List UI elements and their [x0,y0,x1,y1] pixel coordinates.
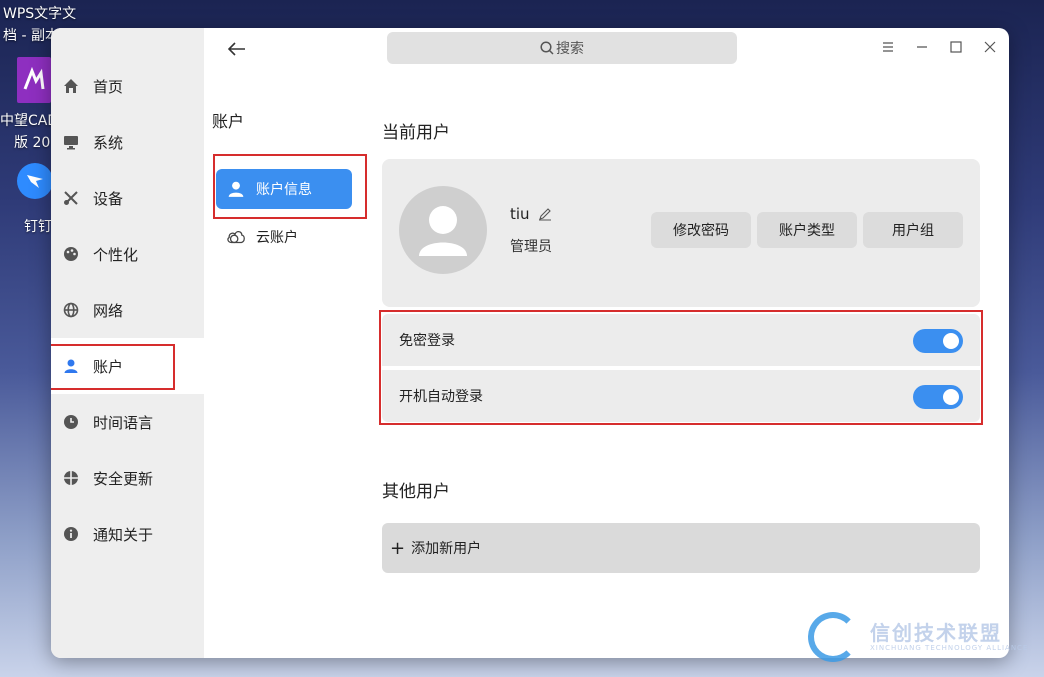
sidebar-item-network[interactable]: 网络 [51,282,204,338]
desktop-icon-label-cad-1[interactable]: 中望CAD [0,110,58,132]
desktop-icon-label-cad-2[interactable]: 版 20 [14,132,50,154]
sidebar-item-label: 设备 [93,189,124,208]
palette-icon [63,246,79,262]
sidebar-item-accounts[interactable]: 账户 [51,338,204,394]
watermark-text-group: 信创技术联盟 XINCHUANG TECHNOLOGY ALLIANCE [858,622,1028,652]
sidebar-item-label: 系统 [93,133,124,152]
toggle-knob [943,333,959,349]
auto-login-toggle[interactable] [913,385,963,409]
monitor-icon [63,134,79,150]
passwordless-login-toggle[interactable] [913,329,963,353]
tools-icon [63,190,79,206]
avatar[interactable] [399,186,487,274]
sidebar-item-label: 网络 [93,301,124,320]
passwordless-login-label: 免密登录 [399,333,455,349]
sidebar: 首页 系统 设备 个性化 网络 账户 时间语言 安全更新 通知关于 [51,28,204,658]
sidebar-item-devices[interactable]: 设备 [51,170,204,226]
cloud-icon [226,227,246,247]
menu-button[interactable] [879,38,897,56]
info-icon [63,526,79,542]
add-user-button[interactable]: + 添加新用户 [382,523,980,573]
auto-login-label: 开机自动登录 [399,389,483,405]
sidebar-item-time-language[interactable]: 时间语言 [51,394,204,450]
sidebar-item-label: 首页 [93,77,124,96]
sidebar-item-label: 时间语言 [93,413,154,432]
username-text: tiu [510,205,530,223]
globe-icon [63,302,79,318]
watermark-subtitle: XINCHUANG TECHNOLOGY ALLIANCE [870,644,1029,652]
menu-icon [883,42,893,52]
current-user-title: 当前用户 [382,123,450,143]
arrow-left-icon [228,42,245,56]
user-card: tiu 管理员 修改密码 账户类型 用户组 [382,159,980,307]
sidebar-item-label: 个性化 [93,245,139,264]
subnav-title: 账户 [212,112,245,131]
user-group-button[interactable]: 用户组 [863,212,963,248]
zwcad-app-icon[interactable] [17,57,51,103]
close-icon [984,41,996,53]
sidebar-item-label: 账户 [93,357,124,376]
auto-login-row: 开机自动登录 [382,370,980,422]
subnav-item-label: 账户信息 [256,182,312,198]
user-icon [226,179,246,199]
username: tiu [510,205,552,223]
desktop-icon-label-dingtalk[interactable]: 钉钉 [24,216,52,238]
search-input[interactable]: 搜索 [387,32,737,64]
home-icon [63,78,79,94]
minimize-icon [917,46,927,48]
sidebar-item-security-update[interactable]: 安全更新 [51,450,204,506]
dingtalk-app-icon[interactable] [17,163,53,199]
other-users-title: 其他用户 [382,482,450,502]
subnav-item-account-info[interactable]: 账户信息 [216,169,352,209]
maximize-button[interactable] [947,38,965,56]
sidebar-item-label: 通知关于 [93,525,154,544]
toggle-knob [943,389,959,405]
watermark-title: 信创技术联盟 [870,621,1002,645]
close-button[interactable] [981,38,999,56]
watermark-logo-icon [808,612,858,662]
sidebar-item-personalization[interactable]: 个性化 [51,226,204,282]
plus-icon: + [390,537,406,559]
account-type-button[interactable]: 账户类型 [757,212,857,248]
minimize-button[interactable] [913,38,931,56]
shield-icon [63,470,79,486]
search-placeholder: 搜索 [556,41,584,57]
subnav-item-cloud-account[interactable]: 云账户 [216,217,352,257]
user-role: 管理员 [510,239,552,255]
add-user-label: 添加新用户 [411,541,482,557]
desktop-icon-label-wps-1[interactable]: WPS文字文 [3,3,76,25]
sidebar-item-system[interactable]: 系统 [51,114,204,170]
change-password-button[interactable]: 修改密码 [651,212,751,248]
user-avatar-icon [419,206,467,256]
sidebar-item-notification-about[interactable]: 通知关于 [51,506,204,562]
search-icon [540,41,554,55]
back-button[interactable] [226,38,248,60]
clock-icon [63,414,79,430]
user-icon [63,358,79,374]
sidebar-item-home[interactable]: 首页 [51,58,204,114]
subnav-item-label: 云账户 [256,230,298,246]
edit-name-icon[interactable] [538,207,552,221]
maximize-icon [950,41,962,53]
passwordless-login-row: 免密登录 [382,314,980,366]
sidebar-item-label: 安全更新 [93,469,154,488]
watermark: 信创技术联盟 XINCHUANG TECHNOLOGY ALLIANCE [808,612,1028,662]
settings-window: 首页 系统 设备 个性化 网络 账户 时间语言 安全更新 通知关于 账户 账户信… [51,28,1009,658]
